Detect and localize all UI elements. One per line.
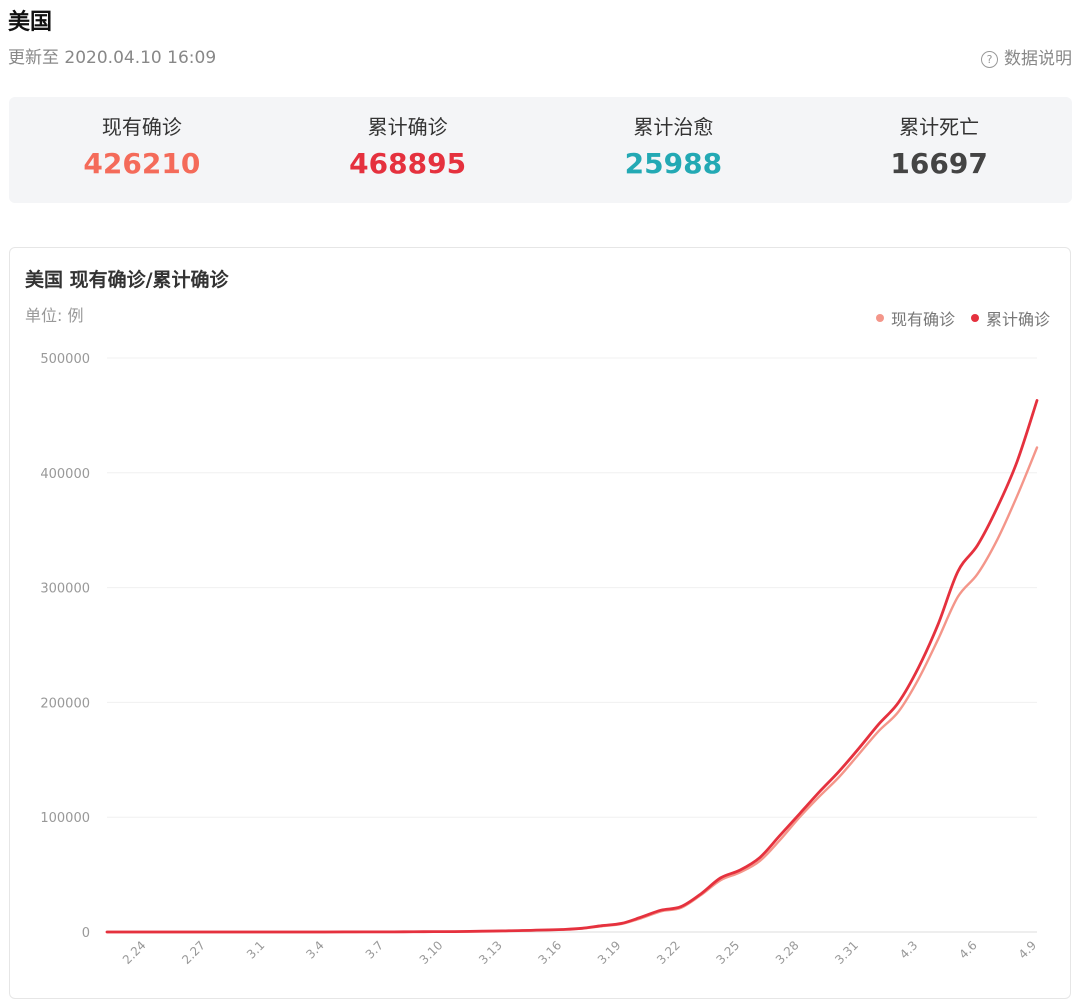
x-tick-label: 3.31 [832,938,861,967]
data-explanation-label: 数据说明 [1004,49,1072,69]
country-title: 美国 [8,10,53,35]
stat-value: 25988 [624,147,723,180]
stat-label: 累计治愈 [633,115,714,139]
x-tick-label: 3.10 [417,938,446,967]
stat-value: 16697 [890,147,988,180]
series-line-current-confirmed [105,446,1039,934]
x-tick-label: 3.1 [244,938,267,961]
question-circle-icon: ? [981,50,998,68]
x-tick-label: 4.3 [897,938,920,961]
y-tick-label: 300000 [40,582,90,597]
y-tick-label: 100000 [40,811,90,826]
x-tick-label: 3.19 [595,938,624,967]
stat-label: 现有确诊 [101,115,182,139]
x-tick-label: 3.25 [714,938,743,967]
stat-label: 累计死亡 [899,115,980,139]
x-tick-label: 3.13 [476,938,505,967]
stat-value: 468895 [349,147,467,180]
x-tick-label: 2.24 [120,938,149,967]
x-tick-label: 3.4 [303,938,326,961]
stat-label: 累计确诊 [367,115,448,139]
stat-total-recovered: 累计治愈 25988 [541,97,807,203]
update-time: 更新至 2020.04.10 16:09 [8,48,217,68]
chart-card: 美国 现有确诊/累计确诊 单位: 例 现有确诊 累计确诊 0 100000 2000… [9,247,1071,999]
x-tick-label: 2.27 [179,938,208,967]
data-explanation-link[interactable]: ? 数据说明 [981,47,1072,71]
line-chart: 0 100000 200000 300000 400000 500000 2.24 2.27 3… [40,352,1039,967]
series-line-total-confirmed [105,399,1039,934]
y-tick-label: 0 [82,926,90,941]
x-tick-label: 3.7 [363,938,386,961]
x-tick-label: 3.22 [654,938,683,967]
stats-panel: 现有确诊 426210 累计确诊 468895 累计治愈 25988 累计死亡 … [9,97,1072,203]
y-tick-label: 400000 [40,467,90,482]
y-tick-label: 200000 [40,696,90,711]
x-tick-label: 3.16 [535,938,564,967]
stat-total-deaths: 累计死亡 16697 [806,97,1072,203]
y-tick-label: 500000 [40,352,90,367]
stat-value: 426210 [83,147,201,180]
x-tick-label: 3.28 [773,938,802,967]
x-tick-label: 4.9 [1016,938,1039,961]
stat-current-confirmed: 现有确诊 426210 [9,97,275,203]
x-tick-label: 4.6 [956,938,979,961]
stat-total-confirmed: 累计确诊 468895 [275,97,541,203]
